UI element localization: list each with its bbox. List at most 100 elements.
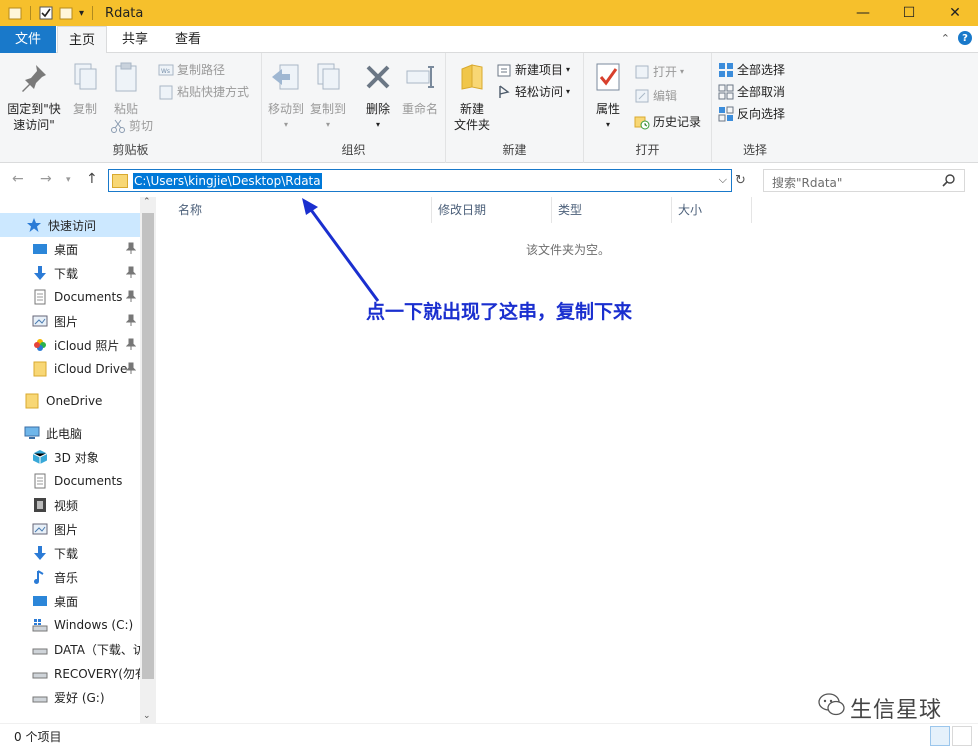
nav-label: 桌面 (54, 242, 79, 257)
rename-button[interactable]: 重命名 (398, 61, 442, 117)
tab-share[interactable]: 共享 (110, 26, 160, 53)
customize-toolbar-icon[interactable]: ▾ (79, 8, 84, 19)
nav-pc-documents[interactable]: Documents (0, 469, 140, 493)
nav-onedrive[interactable]: OneDrive (0, 389, 140, 413)
easy-access-button[interactable]: 轻松访问 ▾ (496, 83, 570, 100)
nav-icloud-drive[interactable]: iCloud Drive (0, 357, 140, 381)
refresh-icon[interactable]: ↻ (735, 173, 746, 188)
nav-label: 爱好 (G:) (54, 690, 105, 705)
maximize-button[interactable]: ☐ (886, 0, 932, 26)
toolbar-divider (30, 6, 31, 20)
new-folder-button[interactable]: 新建 文件夹 (450, 61, 494, 133)
chevron-up-icon[interactable]: ⌃ (941, 32, 950, 45)
copy-to-label: 复制到 (309, 102, 346, 116)
nav-3d-objects[interactable]: 3D 对象 (0, 445, 140, 469)
properties-button[interactable]: 属性 ▾ (590, 61, 626, 133)
nav-videos[interactable]: 视频 (0, 493, 140, 517)
copy-to-button[interactable]: 复制到 ▾ (306, 61, 350, 133)
nav-drive-g[interactable]: 爱好 (G:) (0, 685, 140, 709)
edit-button[interactable]: 编辑 (634, 87, 677, 104)
organize-group-label: 组织 (341, 143, 366, 157)
rename-icon (406, 66, 434, 88)
search-input[interactable]: 搜索"Rdata" (763, 169, 965, 192)
up-arrow-icon[interactable]: ↑ (86, 171, 98, 187)
folder-icon (25, 393, 39, 409)
scroll-up-icon[interactable]: ⌃ (143, 197, 151, 207)
cut-button[interactable]: 剪切 (110, 117, 153, 134)
paste-button[interactable]: 粘贴 (106, 61, 146, 117)
nav-label: Documents (54, 290, 123, 304)
ribbon-tabs: 文件 主页 共享 查看 ⌃ ? (0, 26, 978, 54)
file-list-pane[interactable]: 名称 修改日期 类型 大小 该文件夹为空。 点一下就出现了这串，复制下来 (156, 197, 978, 723)
nav-label: OneDrive (46, 394, 103, 408)
paste-shortcut-button[interactable]: 粘贴快捷方式 (158, 83, 249, 100)
windows-drive-icon (32, 619, 48, 632)
nav-this-pc[interactable]: 此电脑 (0, 421, 140, 445)
scroll-thumb[interactable] (142, 213, 154, 679)
column-modified[interactable]: 修改日期 (432, 197, 552, 223)
nav-pictures[interactable]: 图片 (0, 309, 140, 333)
column-size[interactable]: 大小 (672, 197, 752, 223)
folder-icon (8, 7, 22, 20)
nav-icloud-photos[interactable]: iCloud 照片 (0, 333, 140, 357)
address-bar[interactable]: C:\Users\kingjie\Desktop\Rdata ⌵ (108, 169, 732, 192)
open-group: 属性 ▾ 打开 ▾ 编辑 历史记录 打开 (584, 53, 712, 163)
nav-label: 视频 (54, 498, 79, 513)
select-all-label: 全部选择 (737, 63, 786, 77)
film-icon (34, 498, 46, 512)
select-all-button[interactable]: 全部选择 (718, 61, 785, 78)
pin-icon (126, 266, 136, 278)
back-arrow-icon[interactable]: ← (12, 171, 24, 187)
tab-file[interactable]: 文件 (0, 26, 56, 53)
new-folder-icon (461, 64, 483, 90)
copy-button[interactable]: 复制 (66, 61, 104, 117)
select-none-button[interactable]: 全部取消 (718, 83, 785, 100)
select-group-label: 选择 (742, 143, 767, 157)
recent-locations-icon[interactable]: ▾ (66, 175, 71, 185)
chevron-down-icon: ▾ (566, 65, 571, 74)
invert-selection-label: 反向选择 (737, 107, 786, 121)
scroll-down-icon[interactable]: ⌄ (143, 711, 151, 721)
pin-icon (126, 362, 136, 374)
delete-button[interactable]: 删除 ▾ (358, 61, 398, 133)
help-icon[interactable]: ? (958, 31, 972, 45)
invert-selection-icon (718, 106, 734, 121)
pin-quick-access-button[interactable]: 固定到"快 速访问" (4, 61, 64, 133)
nav-pc-downloads[interactable]: 下载 (0, 541, 140, 565)
select-none-label: 全部取消 (737, 85, 786, 99)
nav-pc-pictures[interactable]: 图片 (0, 517, 140, 541)
close-button[interactable]: ✕ (932, 0, 978, 26)
nav-music[interactable]: 音乐 (0, 565, 140, 589)
drive-icon (32, 672, 48, 679)
nav-pc-desktop[interactable]: 桌面 (0, 589, 140, 613)
properties-check-icon[interactable] (39, 6, 53, 20)
nav-drive-recovery[interactable]: RECOVERY(勿有 (0, 661, 140, 685)
forward-arrow-icon[interactable]: → (40, 171, 52, 187)
details-view-icon[interactable] (930, 726, 950, 746)
new-folder-icon[interactable] (59, 6, 73, 20)
chevron-down-icon[interactable]: ⌵ (719, 173, 727, 187)
select-group: 全部选择 全部取消 反向选择 选择 (712, 53, 798, 163)
tab-view[interactable]: 查看 (162, 26, 214, 53)
tab-home[interactable]: 主页 (57, 26, 107, 54)
quick-access-toolbar: ▾ (0, 6, 95, 20)
invert-selection-button[interactable]: 反向选择 (718, 105, 785, 122)
nav-scrollbar[interactable]: ⌃ ⌄ (140, 197, 156, 723)
new-item-button[interactable]: 新建项目 ▾ (496, 61, 570, 78)
column-type[interactable]: 类型 (552, 197, 672, 223)
move-to-button[interactable]: 移动到 ▾ (264, 61, 308, 133)
history-button[interactable]: 历史记录 (634, 113, 701, 130)
nav-desktop[interactable]: 桌面 (0, 237, 140, 261)
minimize-button[interactable]: — (840, 0, 886, 26)
large-icons-view-icon[interactable] (952, 726, 972, 746)
copy-path-button[interactable]: Ws 复制路径 (158, 61, 225, 78)
nav-downloads[interactable]: 下载 (0, 261, 140, 285)
nav-drive-data[interactable]: DATA（下载、访 (0, 637, 140, 661)
open-button[interactable]: 打开 ▾ (634, 63, 684, 80)
nav-documents[interactable]: Documents (0, 285, 140, 309)
address-path[interactable]: C:\Users\kingjie\Desktop\Rdata (133, 172, 322, 189)
nav-drive-c[interactable]: Windows (C:) (0, 613, 140, 637)
pin-icon (126, 314, 136, 326)
nav-label: 音乐 (54, 570, 79, 585)
nav-quick-access[interactable]: 快速访问 (0, 213, 140, 237)
